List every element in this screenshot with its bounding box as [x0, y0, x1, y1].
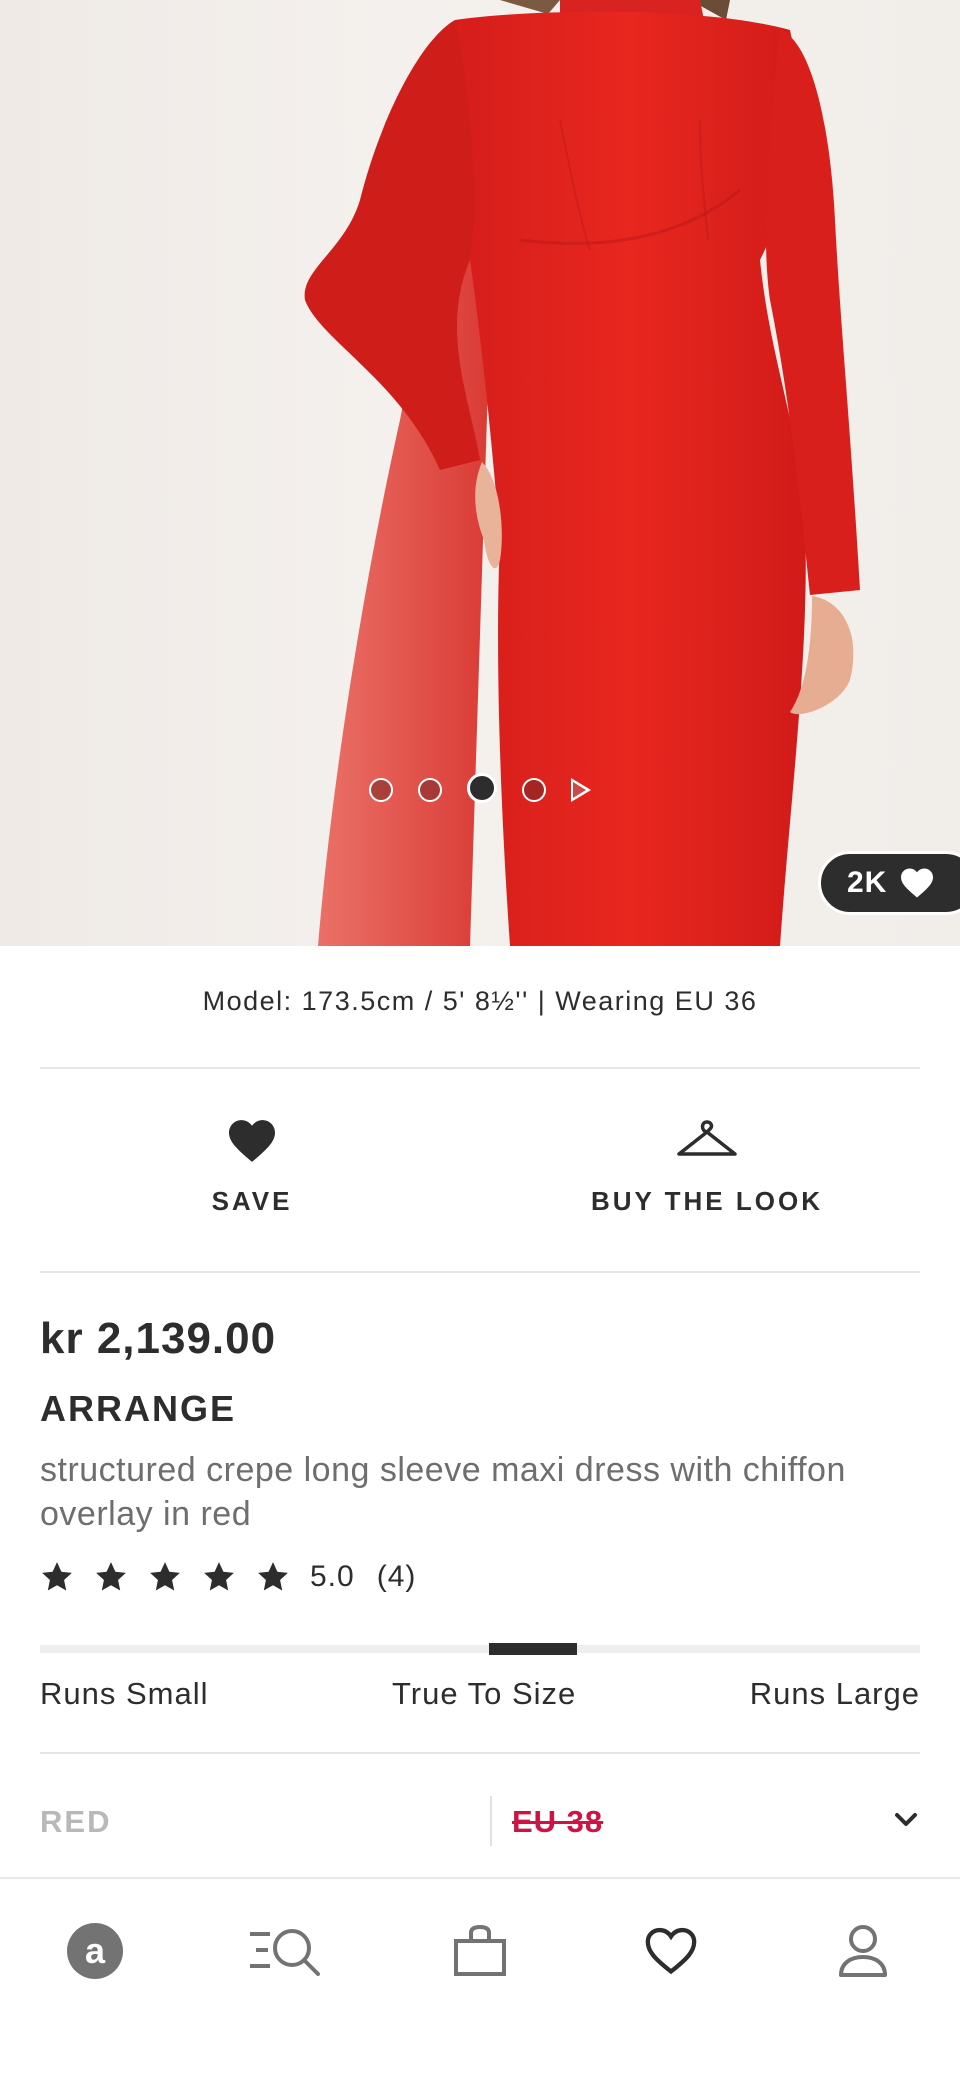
bottom-navigation: a	[0, 1877, 960, 2081]
star-icon	[204, 1562, 234, 1591]
heart-icon	[901, 868, 934, 898]
product-rating[interactable]: 5.0 (4)	[40, 1560, 416, 1594]
carousel-video-play-icon[interactable]	[571, 777, 591, 802]
selector-divider	[490, 1796, 492, 1846]
carousel-dot[interactable]	[522, 777, 546, 802]
bag-icon	[454, 1925, 506, 1976]
save-button[interactable]: SAVE	[42, 1118, 462, 1217]
buy-the-look-label: BUY THE LOOK	[591, 1186, 823, 1216]
product-brand: ARRANGE	[40, 1388, 237, 1429]
model-info: Model: 173.5cm / 5' 8½'' | Wearing EU 36	[202, 986, 758, 1016]
colour-label: RED	[40, 1804, 112, 1839]
carousel-dot-active[interactable]	[467, 773, 497, 803]
divider	[40, 1271, 920, 1273]
save-label: SAVE	[211, 1186, 293, 1216]
svg-text:a: a	[85, 1930, 106, 1971]
product-name: structured crepe long sleeve maxi dress …	[40, 1451, 846, 1533]
hanger-icon	[677, 1120, 737, 1156]
fit-label-small: Runs Small	[40, 1676, 209, 1711]
nav-search[interactable]	[245, 1911, 325, 1991]
fit-label-large: Runs Large	[749, 1676, 920, 1711]
heart-icon	[229, 1120, 275, 1162]
carousel-indicators	[369, 773, 591, 803]
nav-bag[interactable]	[440, 1911, 520, 1991]
product-image[interactable]: 2K	[0, 0, 960, 946]
rating-score: 5.0	[310, 1560, 355, 1593]
star-icon	[42, 1562, 72, 1591]
nav-home[interactable]: a	[55, 1911, 135, 1991]
saved-heart-icon	[645, 1927, 697, 1975]
size-select[interactable]: EU 38	[512, 1804, 603, 1840]
nav-saved[interactable]	[631, 1911, 711, 1991]
buy-the-look-button[interactable]: BUY THE LOOK	[497, 1118, 917, 1217]
search-icon	[250, 1929, 320, 1976]
home-icon: a	[67, 1923, 123, 1979]
star-icon	[96, 1562, 126, 1591]
review-count: (4)	[376, 1560, 417, 1593]
product-price: kr 2,139.00	[40, 1314, 277, 1363]
star-icon	[258, 1562, 288, 1591]
carousel-dot[interactable]	[369, 777, 393, 802]
account-icon	[839, 1925, 887, 1977]
fit-indicator	[489, 1643, 577, 1655]
dress-photo	[304, 0, 860, 946]
fit-label-true: True To Size	[392, 1676, 577, 1711]
likes-count: 2K	[847, 866, 888, 899]
fit-scale	[40, 1643, 920, 1655]
nav-account[interactable]	[823, 1911, 903, 1991]
chevron-down-icon[interactable]	[894, 1812, 918, 1828]
star-icon	[150, 1562, 180, 1591]
divider	[40, 1067, 920, 1069]
likes-badge[interactable]: 2K	[818, 851, 960, 915]
divider	[40, 1752, 920, 1754]
carousel-dot[interactable]	[418, 777, 442, 802]
